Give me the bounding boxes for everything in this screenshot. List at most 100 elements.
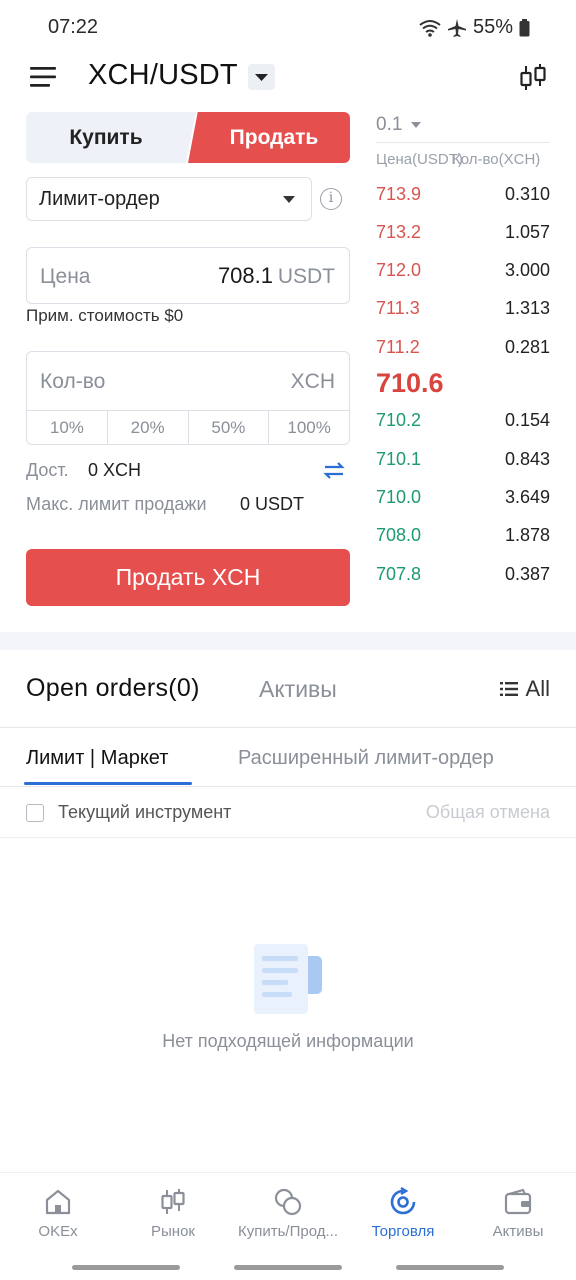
caret-down-icon: [255, 74, 268, 81]
tab-advanced-limit[interactable]: Расширенный лимит-ордер: [238, 747, 494, 770]
tab-open-orders[interactable]: Open orders(0): [26, 674, 200, 703]
quantity-input[interactable]: Кол-во XCH 10% 20% 50% 100%: [26, 351, 350, 445]
nav-market[interactable]: Рынок: [115, 1187, 231, 1240]
orderbook-bid-row[interactable]: 707.8 0.387: [376, 564, 550, 588]
buy-tab[interactable]: Купить: [26, 112, 196, 163]
bid-qty: 0.387: [504, 564, 550, 584]
quantity-unit: XCH: [290, 370, 335, 393]
order-type-value: Лимит-ордер: [39, 188, 160, 210]
wifi-icon: [419, 19, 441, 37]
caret-down-icon: [283, 196, 295, 203]
nav-trade[interactable]: Торговля: [345, 1187, 461, 1240]
orderbook-bid-row[interactable]: 710.2 0.154: [376, 410, 550, 434]
bid-price: 710.0: [376, 487, 422, 507]
transfer-icon[interactable]: [323, 460, 345, 482]
status-time: 07:22: [48, 16, 99, 38]
order-type-select[interactable]: Лимит-ордер: [26, 177, 312, 221]
ask-price: 713.2: [376, 222, 422, 242]
ask-price: 713.9: [376, 184, 422, 204]
header: XCH/USDT: [0, 56, 576, 100]
pair-title[interactable]: XCH/USDT: [88, 59, 238, 92]
price-input[interactable]: Цена 708.1 USDT: [26, 247, 350, 304]
status-bar: 07:22 55%: [0, 0, 576, 56]
airplane-icon: [447, 18, 466, 37]
orderbook-ask-row[interactable]: 713.2 1.057: [376, 222, 550, 246]
available-value: 0 XCH: [88, 460, 142, 480]
nav-buy-sell[interactable]: Купить/Прод...: [230, 1187, 346, 1240]
quantity-placeholder: Кол-во: [40, 370, 106, 393]
cancel-all-button[interactable]: Общая отмена: [426, 802, 550, 823]
orderbook-step-select[interactable]: 0.1: [376, 114, 402, 136]
tab-limit-market[interactable]: Лимит | Маркет: [26, 747, 168, 770]
orderbook-ask-row[interactable]: 713.9 0.310: [376, 184, 550, 208]
percent-selector: 10% 20% 50% 100%: [27, 410, 349, 444]
sell-submit-button[interactable]: Продать XCH: [26, 549, 350, 606]
nav-label: Торговля: [371, 1223, 435, 1240]
bid-price: 708.0: [376, 525, 422, 545]
percent-10-button[interactable]: 10%: [27, 411, 108, 444]
pair-dropdown-button[interactable]: [248, 64, 275, 90]
ask-price: 712.0: [376, 260, 422, 280]
ask-qty: 1.057: [504, 222, 550, 242]
current-instrument-label[interactable]: Текущий инструмент: [58, 802, 231, 823]
orderbook-bid-row[interactable]: 710.0 3.649: [376, 487, 550, 511]
gesture-bar: [396, 1265, 504, 1270]
percent-20-button[interactable]: 20%: [108, 411, 189, 444]
ask-qty: 1.313: [504, 298, 550, 318]
max-sell-label: Макс. лимит продажи: [26, 494, 207, 514]
all-orders-button[interactable]: All: [499, 676, 550, 702]
nav-okex[interactable]: OKEx: [0, 1187, 116, 1240]
bid-qty: 3.649: [504, 487, 550, 507]
order-subtabs: Лимит | Маркет Расширенный лимит-ордер: [0, 729, 576, 787]
gesture-bar: [234, 1265, 342, 1270]
orderbook-ask-row[interactable]: 712.0 3.000: [376, 260, 550, 284]
nav-label: Купить/Прод...: [238, 1223, 338, 1240]
bid-price: 707.8: [376, 564, 422, 584]
nav-label: Активы: [492, 1223, 544, 1240]
bid-price: 710.1: [376, 449, 422, 469]
battery-percent: 55%: [472, 16, 513, 38]
all-label: All: [525, 676, 550, 701]
caret-down-icon: [411, 122, 421, 128]
empty-state-text: Нет подходящей информации: [162, 1031, 414, 1051]
orderbook-ask-row[interactable]: 711.3 1.313: [376, 298, 550, 322]
divider: [376, 142, 550, 143]
candles-icon: [161, 1189, 185, 1214]
info-icon[interactable]: i: [320, 188, 342, 210]
nav-assets[interactable]: Активы: [460, 1187, 576, 1240]
price-value: 708.1: [217, 263, 273, 288]
wallet-icon: [504, 1188, 532, 1215]
battery-icon: [519, 18, 530, 36]
bid-qty: 0.154: [504, 410, 550, 430]
bid-qty: 0.843: [504, 449, 550, 469]
orderbook-bid-row[interactable]: 708.0 1.878: [376, 525, 550, 549]
trade-icon: [390, 1187, 416, 1215]
percent-100-button[interactable]: 100%: [269, 411, 349, 444]
gesture-bar: [72, 1265, 180, 1270]
orderbook-price-header: Цена(USDT): [376, 151, 463, 168]
status-icons: 55%: [419, 16, 530, 39]
ask-qty: 0.310: [504, 184, 550, 204]
orderbook-qty-header: Кол-во(XCH): [452, 151, 541, 168]
candlestick-chart-icon[interactable]: [518, 62, 548, 94]
orderbook-ask-row[interactable]: 711.2 0.281: [376, 337, 550, 361]
sell-tab[interactable]: Продать: [188, 112, 350, 163]
orders-tabs: Open orders(0) Активы All: [0, 650, 576, 728]
nav-label: Рынок: [151, 1223, 195, 1240]
tab-assets[interactable]: Активы: [259, 676, 337, 703]
approx-cost: Прим. стоимость $0: [26, 306, 184, 325]
ask-qty: 3.000: [504, 260, 550, 280]
buy-sell-toggle: Купить Продать: [26, 112, 350, 163]
price-unit: USDT: [277, 265, 335, 288]
percent-50-button[interactable]: 50%: [189, 411, 270, 444]
ask-price: 711.3: [376, 298, 420, 318]
available-label: Дост.: [26, 460, 69, 480]
orderbook-bid-row[interactable]: 710.1 0.843: [376, 449, 550, 473]
price-placeholder: Цена: [40, 265, 91, 288]
current-instrument-checkbox[interactable]: [26, 804, 44, 822]
last-price: 710.6: [376, 368, 444, 398]
ask-price: 711.2: [376, 337, 420, 357]
menu-icon[interactable]: [30, 65, 58, 89]
bid-qty: 1.878: [504, 525, 550, 545]
list-icon: [499, 682, 518, 696]
